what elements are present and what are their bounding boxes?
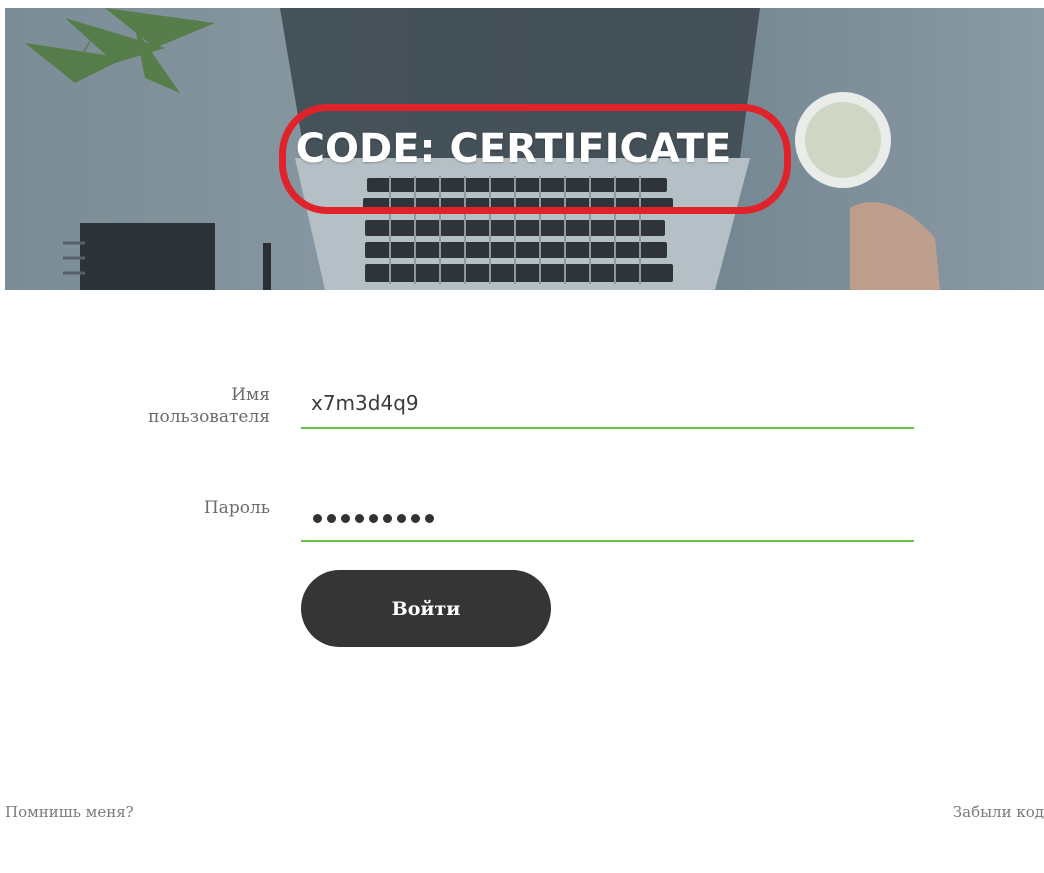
- password-dot: [327, 514, 336, 523]
- login-page: CODE: CERTIFICATE Имя пользователя x7m3d…: [0, 0, 1044, 873]
- header-banner: CODE: CERTIFICATE: [5, 8, 1044, 290]
- password-dot: [355, 514, 364, 523]
- password-dot: [369, 514, 378, 523]
- password-dot: [425, 514, 434, 523]
- password-dot: [313, 514, 322, 523]
- password-field[interactable]: [301, 496, 914, 542]
- password-dot: [341, 514, 350, 523]
- login-button[interactable]: Войти: [301, 570, 551, 647]
- password-dot: [397, 514, 406, 523]
- username-field[interactable]: x7m3d4q9: [301, 383, 914, 429]
- username-label: Имя пользователя: [140, 384, 270, 428]
- username-label-line1: Имя: [231, 385, 270, 405]
- password-mask: [313, 514, 434, 523]
- username-value: x7m3d4q9: [311, 391, 419, 415]
- username-label-line2: пользователя: [148, 407, 270, 427]
- password-dot: [383, 514, 392, 523]
- forgot-code-link[interactable]: Забыли код: [953, 803, 1044, 821]
- remember-me-link[interactable]: Помнишь меня?: [5, 803, 134, 821]
- password-dot: [411, 514, 420, 523]
- password-label: Пароль: [203, 498, 270, 518]
- highlight-annotation: [279, 104, 791, 214]
